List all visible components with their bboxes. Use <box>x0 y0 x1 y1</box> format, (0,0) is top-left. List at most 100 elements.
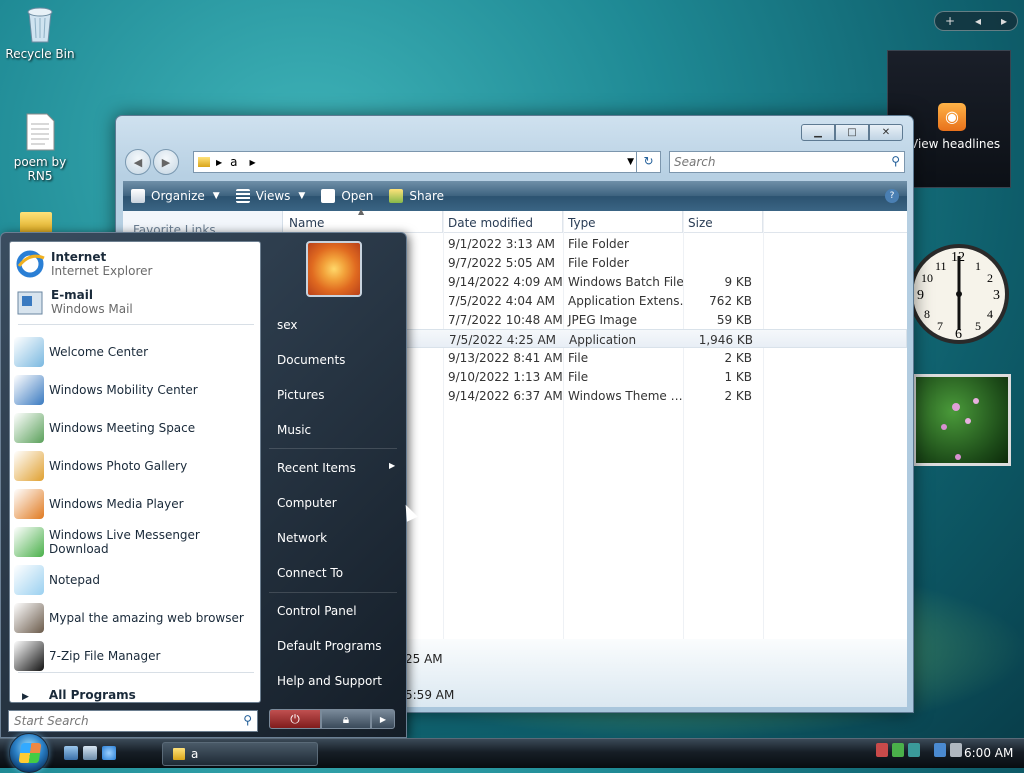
start-program-item[interactable]: Notepad <box>14 562 258 598</box>
switch-windows-icon[interactable] <box>83 746 97 760</box>
chevron-down-icon: ▼ <box>298 191 306 201</box>
file-cell-size: 2 KB <box>724 351 752 365</box>
chevron-right-icon: ▶ <box>22 692 29 702</box>
internet-explorer-icon[interactable] <box>102 746 116 760</box>
breadcrumb-folder[interactable]: a <box>230 155 237 169</box>
start-program-item[interactable]: 7-Zip File Manager <box>14 638 258 674</box>
notification-area <box>876 743 962 757</box>
start-program-label: Mypal the amazing web browser <box>49 611 244 625</box>
next-gadget-button[interactable]: ▸ <box>1001 14 1007 28</box>
start-item-documents[interactable]: Documents <box>277 353 345 367</box>
start-item-user[interactable]: sex <box>277 318 298 332</box>
mypal-icon <box>14 603 44 633</box>
start-program-item[interactable]: Windows Live Messenger Download <box>14 524 258 560</box>
svg-text:1: 1 <box>975 259 981 273</box>
share-icon <box>389 189 404 203</box>
file-cell-size: 2 KB <box>724 389 752 403</box>
column-label: Date modified <box>448 216 534 230</box>
start-program-item[interactable]: Windows Photo Gallery <box>14 448 258 484</box>
open-icon <box>321 189 336 203</box>
all-programs-button[interactable]: ▶ All Programs <box>22 688 136 702</box>
start-item-network[interactable]: Network <box>277 531 327 545</box>
start-item-help-support[interactable]: Help and Support <box>277 674 382 688</box>
breadcrumb-arrow-icon[interactable]: ▶ <box>216 158 222 167</box>
address-dropdown-icon[interactable]: ▼ <box>627 152 634 172</box>
divider <box>18 672 254 673</box>
divider <box>269 448 397 449</box>
network-icon[interactable] <box>934 743 946 757</box>
file-cell-size: 762 KB <box>709 294 752 308</box>
desktop-icon-poem[interactable]: poem by RN5 <box>0 112 80 183</box>
file-cell-date: 9/7/2022 5:05 AM <box>448 256 556 270</box>
sidebar-icon[interactable] <box>908 743 920 757</box>
folder-icon[interactable] <box>20 212 52 234</box>
power-button[interactable]: ⏻ <box>269 709 321 729</box>
desktop-icon-recycle-bin[interactable]: Recycle Bin <box>0 4 80 61</box>
minimize-button[interactable]: ▁ <box>801 124 835 141</box>
close-button[interactable]: ✕ <box>869 124 903 141</box>
shutdown-options-button[interactable]: ▶ <box>371 709 395 729</box>
security-alert-icon[interactable] <box>876 743 888 757</box>
device-icon[interactable] <box>892 743 904 757</box>
share-label: Share <box>409 189 445 203</box>
back-button[interactable]: ◀ <box>125 149 151 175</box>
start-program-label: Windows Mobility Center <box>49 383 198 397</box>
feed-headline-text[interactable]: View headlines <box>910 137 1000 151</box>
start-item-recent-items[interactable]: Recent Items <box>277 461 356 475</box>
file-cell-type: File <box>568 370 589 384</box>
start-program-item[interactable]: Windows Meeting Space <box>14 410 258 446</box>
search-input[interactable]: Search ⚲ <box>669 151 905 173</box>
taskbar-clock[interactable]: 6:00 AM <box>964 746 1013 760</box>
show-desktop-icon[interactable] <box>64 746 78 760</box>
start-program-item[interactable]: Windows Mobility Center <box>14 372 258 408</box>
prev-gadget-button[interactable]: ◂ <box>975 14 981 28</box>
sidebar-controls[interactable]: + ◂ ▸ <box>934 11 1018 31</box>
file-cell-type: File Folder <box>568 237 629 251</box>
lock-icon: 🔒︎ <box>342 711 350 726</box>
slideshow-gadget[interactable] <box>913 374 1011 466</box>
start-item-connect-to[interactable]: Connect To <box>277 566 343 580</box>
pinned-email[interactable]: E-mail Windows Mail <box>14 284 258 320</box>
start-button[interactable] <box>9 733 49 773</box>
user-picture[interactable] <box>306 241 362 297</box>
mobility-center-icon <box>14 375 44 405</box>
taskbar-window-a[interactable]: a <box>162 742 318 766</box>
search-icon[interactable]: ⚲ <box>243 713 252 727</box>
start-item-music[interactable]: Music <box>277 423 311 437</box>
start-program-item[interactable]: Windows Media Player <box>14 486 258 522</box>
start-program-item[interactable]: Welcome Center <box>14 334 258 370</box>
open-label: Open <box>341 189 374 203</box>
help-icon[interactable]: ? <box>885 189 899 203</box>
tray-spacer <box>924 743 930 757</box>
breadcrumb-arrow-icon[interactable]: ▶ <box>250 158 256 167</box>
search-icon[interactable]: ⚲ <box>891 154 900 168</box>
file-cell-size: 1 KB <box>724 370 752 384</box>
address-bar[interactable]: ▶ a ▶ ▼ ↻ <box>193 151 661 173</box>
column-header-type[interactable]: Type <box>563 211 683 233</box>
views-button[interactable]: Views ▼ <box>235 189 306 203</box>
organize-button[interactable]: Organize ▼ <box>131 189 220 203</box>
column-header-date[interactable]: Date modified <box>443 211 563 233</box>
all-programs-label: All Programs <box>48 688 136 702</box>
refresh-icon[interactable]: ↻ <box>636 151 660 173</box>
column-header-name[interactable]: ▲ Name <box>284 207 443 233</box>
column-header-size[interactable]: Size <box>683 211 763 233</box>
volume-icon[interactable] <box>950 743 962 757</box>
taskbar: a 6:00 AM <box>0 733 1024 773</box>
file-cell-date: 9/10/2022 1:13 AM <box>448 370 563 384</box>
maximize-button[interactable]: □ <box>835 124 869 141</box>
share-button[interactable]: Share <box>389 189 444 203</box>
start-item-computer[interactable]: Computer <box>277 496 337 510</box>
start-item-control-panel[interactable]: Control Panel <box>277 604 357 618</box>
add-gadget-button[interactable]: + <box>945 14 955 28</box>
start-item-pictures[interactable]: Pictures <box>277 388 325 402</box>
pinned-subtitle: Windows Mail <box>51 302 133 316</box>
pinned-internet[interactable]: Internet Internet Explorer <box>14 246 258 282</box>
start-program-item[interactable]: Mypal the amazing web browser <box>14 600 258 636</box>
start-search-input[interactable]: Start Search ⚲ <box>8 710 258 732</box>
file-cell-date: 7/5/2022 4:25 AM <box>449 333 557 347</box>
lock-button[interactable]: 🔒︎ <box>321 709 371 729</box>
forward-button[interactable]: ▶ <box>153 149 179 175</box>
open-button[interactable]: Open <box>321 189 373 203</box>
start-item-default-programs[interactable]: Default Programs <box>277 639 382 653</box>
